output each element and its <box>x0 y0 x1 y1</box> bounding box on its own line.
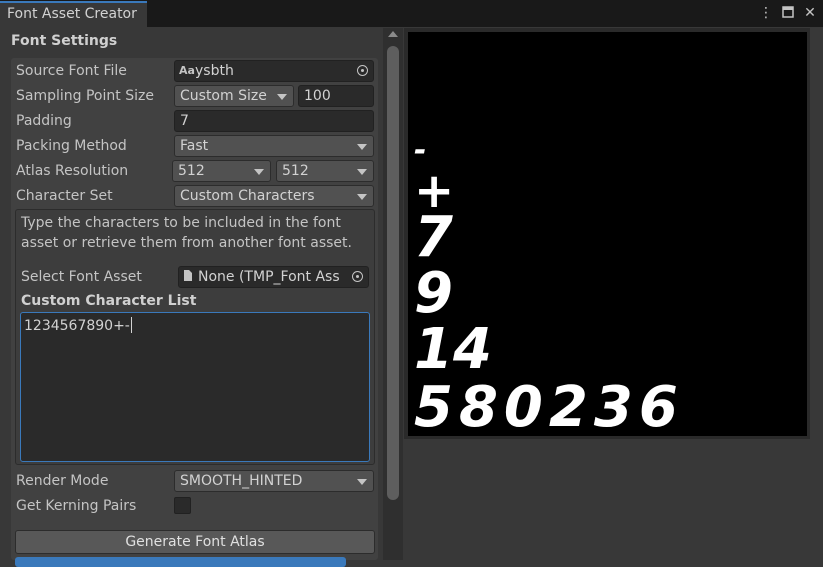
tab-font-asset-creator[interactable]: Font Asset Creator <box>0 1 147 27</box>
sampling-mode-value: Custom Size <box>180 88 267 104</box>
atlas-glyph-row: 580236 <box>414 375 684 436</box>
atlas-glyph-row: 14 <box>414 317 492 382</box>
generate-font-atlas-label: Generate Font Atlas <box>125 534 265 550</box>
packing-method-value: Fast <box>180 138 209 154</box>
text-caret <box>130 317 132 333</box>
chevron-down-icon <box>357 169 367 175</box>
font-asset-icon: Aa <box>179 64 195 77</box>
custom-character-list-value: 1234567890+- <box>24 318 130 334</box>
atlas-height-dropdown[interactable]: 512 <box>276 160 374 182</box>
chevron-down-icon <box>357 479 367 485</box>
close-icon[interactable]: ✕ <box>803 4 817 22</box>
atlas-glyph-row: 7 <box>414 205 453 270</box>
help-text: Type the characters to be included in th… <box>21 215 352 251</box>
custom-character-list-textarea[interactable]: 1234567890+- <box>20 312 370 462</box>
chevron-down-icon <box>277 94 287 100</box>
sampling-point-size-value: 100 <box>304 88 331 104</box>
sampling-point-size-label: Sampling Point Size <box>16 88 154 104</box>
section-title-font-settings: Font Settings <box>11 33 118 49</box>
character-set-value: Custom Characters <box>180 188 315 204</box>
scroll-up-icon[interactable] <box>388 31 398 37</box>
atlas-glyph-row: - <box>414 133 427 168</box>
chevron-down-icon <box>254 169 264 175</box>
select-font-asset-value: None (TMP_Font Ass <box>198 269 340 285</box>
source-font-file-field[interactable]: Aa ysbth <box>174 60 374 82</box>
character-set-dropdown[interactable]: Custom Characters <box>174 185 374 207</box>
padding-label: Padding <box>16 113 72 129</box>
get-kerning-pairs-checkbox[interactable] <box>174 497 191 514</box>
packing-method-dropdown[interactable]: Fast <box>174 135 374 157</box>
scrollbar-thumb[interactable] <box>387 46 399 500</box>
window-controls: ⋮ ✕ <box>759 4 817 22</box>
maximize-icon[interactable] <box>781 4 795 22</box>
sampling-point-size-field[interactable]: 100 <box>298 85 374 107</box>
select-font-asset-field[interactable]: None (TMP_Font Ass <box>178 266 369 288</box>
atlas-width-value: 512 <box>178 163 205 179</box>
packing-method-label: Packing Method <box>16 138 127 154</box>
kebab-menu-icon[interactable]: ⋮ <box>759 4 773 22</box>
object-picker-icon[interactable] <box>357 65 368 76</box>
select-font-asset-label: Select Font Asset <box>21 269 142 285</box>
next-button-partial[interactable] <box>15 557 346 567</box>
padding-value: 7 <box>180 113 189 129</box>
atlas-width-dropdown[interactable]: 512 <box>172 160 271 182</box>
document-icon <box>183 267 193 287</box>
atlas-glyph-row: 9 <box>414 261 453 326</box>
atlas-preview: - + 7 9 14 580236 <box>408 32 807 436</box>
chevron-down-icon <box>357 194 367 200</box>
padding-field[interactable]: 7 <box>174 110 374 132</box>
object-picker-icon[interactable] <box>352 271 363 282</box>
chevron-down-icon <box>357 144 367 150</box>
render-mode-value: SMOOTH_HINTED <box>180 473 303 489</box>
source-font-file-label: Source Font File <box>16 63 127 79</box>
source-font-file-value: ysbth <box>195 63 234 79</box>
tab-title: Font Asset Creator <box>7 6 137 22</box>
custom-character-list-label: Custom Character List <box>21 293 197 309</box>
atlas-resolution-label: Atlas Resolution <box>16 163 129 179</box>
generate-font-atlas-button[interactable]: Generate Font Atlas <box>15 530 375 554</box>
atlas-height-value: 512 <box>282 163 309 179</box>
render-mode-dropdown[interactable]: SMOOTH_HINTED <box>174 470 374 492</box>
sampling-mode-dropdown[interactable]: Custom Size <box>174 85 294 107</box>
character-set-label: Character Set <box>16 188 113 204</box>
render-mode-label: Render Mode <box>16 473 109 489</box>
get-kerning-pairs-label: Get Kerning Pairs <box>16 498 137 514</box>
